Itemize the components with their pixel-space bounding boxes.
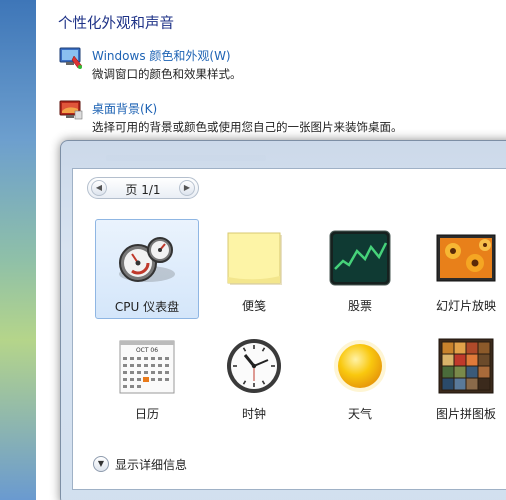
picture-puzzle-icon — [435, 337, 497, 395]
chevron-down-icon[interactable]: ▼ — [93, 456, 109, 472]
notes-icon — [223, 229, 285, 287]
gadget-label: 图片拼图板 — [435, 407, 496, 421]
gadget-picture-puzzle[interactable]: 图片拼图板 — [414, 327, 506, 427]
desktop-background-desc: 选择可用的背景或颜色或使用您自己的一张图片来装饰桌面。 — [92, 120, 403, 134]
desktop-background-icon — [58, 97, 84, 123]
desktop-background-link[interactable]: 桌面背景(K) — [92, 100, 157, 117]
gadget-clock[interactable]: 时钟 — [202, 327, 306, 427]
clock-icon — [223, 337, 285, 395]
gadget-label: CPU 仪表盘 — [114, 300, 180, 314]
gadget-label: 天气 — [347, 407, 372, 421]
weather-icon — [329, 337, 391, 395]
color-appearance-desc: 微调窗口的颜色和效果样式。 — [92, 67, 242, 81]
gadget-label: 时钟 — [241, 407, 266, 421]
color-appearance-link[interactable]: Windows 颜色和外观(W) — [92, 47, 231, 64]
calendar-month: OCT 06 — [136, 347, 158, 354]
slideshow-icon — [435, 229, 497, 287]
show-details-label: 显示详细信息 — [115, 458, 188, 472]
next-page-button[interactable]: ▶ — [179, 180, 195, 196]
gadget-cpu-meter[interactable]: CPU 仪表盘 — [95, 219, 199, 319]
gadget-label: 幻灯片放映 — [435, 299, 496, 313]
gadget-calendar[interactable]: OCT 06 日历 — [95, 327, 199, 427]
color-appearance-icon — [58, 44, 84, 70]
page-title: 个性化外观和声音 — [58, 16, 174, 32]
stocks-icon — [329, 229, 391, 287]
gadget-notes[interactable]: 便笺 — [202, 219, 306, 319]
gadget-gallery-window: ◀ 页 1/1 ▶ CPU 仪表盘 便笺 股票 幻灯片放映 OCT 06 日历 … — [60, 140, 506, 500]
calendar-icon: OCT 06 — [116, 337, 178, 395]
gadget-label: 日历 — [134, 407, 159, 421]
gadget-weather[interactable]: 天气 — [308, 327, 412, 427]
cpu-meter-icon — [116, 230, 178, 288]
gadget-label: 便笺 — [241, 299, 266, 313]
gadget-label: 股票 — [347, 299, 372, 313]
desktop-strip — [0, 0, 36, 500]
pager: ◀ 页 1/1 ▶ — [87, 177, 199, 199]
gadget-slideshow[interactable]: 幻灯片放映 — [414, 219, 506, 319]
gadget-stocks[interactable]: 股票 — [308, 219, 412, 319]
